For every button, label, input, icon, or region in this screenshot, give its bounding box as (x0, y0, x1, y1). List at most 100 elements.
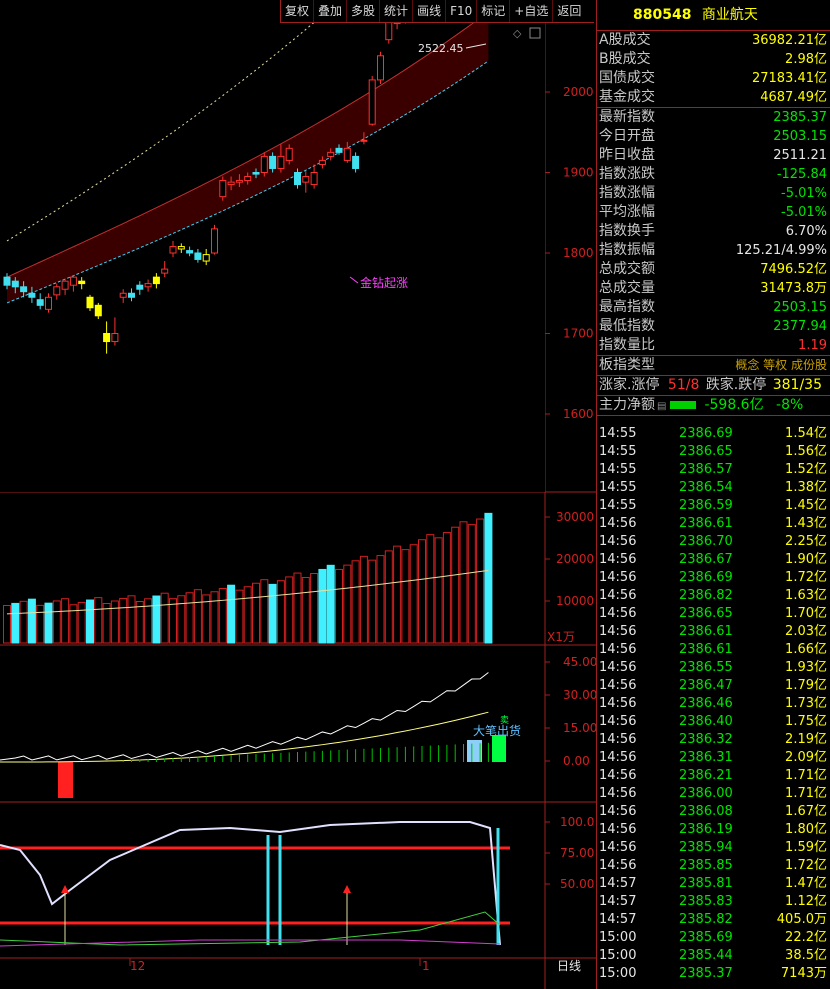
tick-time: 14:56 (599, 840, 637, 855)
restore-rights-button[interactable]: 复权 (280, 0, 313, 22)
stat-row: 最新指数 2385.37 (597, 107, 830, 127)
tick-amount: 1.90亿 (785, 552, 827, 567)
candle-body (186, 250, 194, 254)
candle-body (285, 147, 293, 161)
flow-menu-icon: ▤ (657, 401, 667, 412)
candle-body (368, 79, 376, 125)
stat-row: 昨日收盘 2511.21 (597, 146, 830, 165)
stat-row: 今日开盘 2503.15 (597, 127, 830, 146)
volume-bar (36, 604, 45, 644)
quote-panel: 880548 商业航天 A股成交 36982.21亿 B股成交 2.98亿 国债成交 27… (596, 0, 830, 989)
candle-body (161, 268, 169, 274)
candle-body (144, 283, 152, 288)
toolbar: 复权 叠加 多股 统计 画线 F10 标记 +自选 返回 (280, 0, 594, 23)
tick-price: 2385.44 (679, 948, 733, 963)
stat-row: 最低指数 2377.94 (597, 317, 830, 336)
main-flow-row[interactable]: 主力净额 ▤ -598.6亿 -8% (597, 395, 830, 416)
draw-line-button[interactable]: 画线 (412, 0, 445, 22)
chart-area[interactable]: 2400230022002100200019001800170016002522… (0, 0, 596, 989)
volume-axis-label: 10000 (556, 594, 594, 608)
stat-row: 指数涨幅 -5.01% (597, 184, 830, 203)
tick-time: 14:56 (599, 804, 637, 819)
up-arrow-icon (343, 885, 351, 893)
limit-row: 涨家.涨停 51/8 跌家.跌停 381/35 (597, 375, 830, 395)
stat-label: 最新指数 (599, 109, 655, 125)
stat-value: 36982.21亿 (751, 33, 827, 48)
volume-bar (442, 532, 451, 644)
candle-body (335, 147, 343, 153)
candle-body (377, 55, 384, 81)
tick-amount: 2.03亿 (785, 624, 827, 639)
diamond-icon: ◇ (513, 27, 522, 40)
tick-price: 2386.69 (679, 426, 733, 441)
stat-row: 指数量比 1.19 (597, 336, 830, 355)
tick-time: 14:56 (599, 588, 637, 603)
tick-row: 14:57 2385.82 405.0万 (597, 911, 830, 929)
board-type-row[interactable]: 板指类型 概念 等权 成份股 (597, 355, 830, 375)
volume-bar (61, 598, 70, 644)
tick-price: 2385.69 (679, 930, 733, 945)
tick-time: 14:56 (599, 570, 637, 585)
tick-time: 15:00 (599, 948, 637, 963)
multi-stock-button[interactable]: 多股 (346, 0, 379, 22)
stat-row: 指数振幅 125.21/4.99% (597, 241, 830, 260)
stat-value: 2377.94 (773, 319, 827, 334)
tick-amount: 1.12亿 (785, 894, 827, 909)
stat-row: 指数涨跌 -125.84 (597, 165, 830, 184)
period-button[interactable]: 日线 (557, 959, 581, 973)
tick-time: 14:57 (599, 912, 637, 927)
macd-axis-label: 15.00 (563, 721, 596, 735)
tick-amount: 7143万 (780, 966, 827, 981)
tick-row: 14:56 2386.82 1.63亿 (597, 587, 830, 605)
candle-body (343, 147, 351, 161)
tick-price: 2385.82 (679, 912, 733, 927)
volume-bar (393, 545, 402, 644)
tick-price: 2386.61 (679, 624, 733, 639)
volume-bar (426, 534, 435, 644)
volume-bar (401, 549, 410, 644)
volume-bar (11, 602, 20, 644)
candle-body (302, 176, 310, 183)
tick-time: 14:56 (599, 660, 637, 675)
volume-bar (227, 584, 236, 644)
stat-value: -125.84 (776, 167, 827, 182)
stat-label: 指数量比 (599, 337, 655, 353)
stat-value: 27183.41亿 (751, 71, 827, 86)
tick-amount: 2.25亿 (785, 534, 827, 549)
tick-row: 14:56 2385.94 1.59亿 (597, 839, 830, 857)
candle-body (194, 252, 202, 260)
tick-time: 14:56 (599, 822, 637, 837)
tick-time: 14:56 (599, 552, 637, 567)
volume-bar (252, 582, 260, 644)
tick-amount: 1.72亿 (785, 858, 827, 873)
tick-price: 2386.21 (679, 768, 733, 783)
mark-button[interactable]: 标记 (476, 0, 509, 22)
tick-row: 14:56 2386.32 2.19亿 (597, 731, 830, 749)
add-favorite-button[interactable]: +自选 (509, 0, 552, 22)
candle-body (53, 286, 61, 296)
stat-value: 7496.52亿 (760, 262, 827, 277)
tick-time: 14:55 (599, 462, 637, 477)
tick-row: 14:56 2386.21 1.71亿 (597, 767, 830, 785)
volume-bar (318, 568, 327, 644)
candle-body (202, 254, 210, 262)
candle-body (352, 155, 360, 169)
volume-bar (301, 576, 310, 644)
back-button[interactable]: 返回 (552, 0, 585, 22)
statistics-button[interactable]: 统计 (379, 0, 412, 22)
stats-list: A股成交 36982.21亿 B股成交 2.98亿 国债成交 27183.41亿 基金成交 4… (597, 31, 830, 355)
tick-row: 14:56 2386.55 1.93亿 (597, 659, 830, 677)
f10-button[interactable]: F10 (445, 0, 476, 22)
overlay-button[interactable]: 叠加 (313, 0, 346, 22)
tick-time: 14:56 (599, 786, 637, 801)
tick-list[interactable]: 14:55 2386.69 1.54亿 14:55 2386.65 1.56亿 14:55 2… (597, 425, 830, 983)
stat-row: B股成交 2.98亿 (597, 50, 830, 69)
tick-row: 14:56 2386.00 1.71亿 (597, 785, 830, 803)
stat-label: 指数涨跌 (599, 166, 655, 182)
stat-value: 6.70% (785, 224, 827, 239)
volume-bar (409, 544, 418, 644)
candle-body (119, 292, 127, 298)
candle-body (78, 280, 86, 285)
candle-body (219, 180, 227, 198)
volume-bar (293, 572, 302, 644)
